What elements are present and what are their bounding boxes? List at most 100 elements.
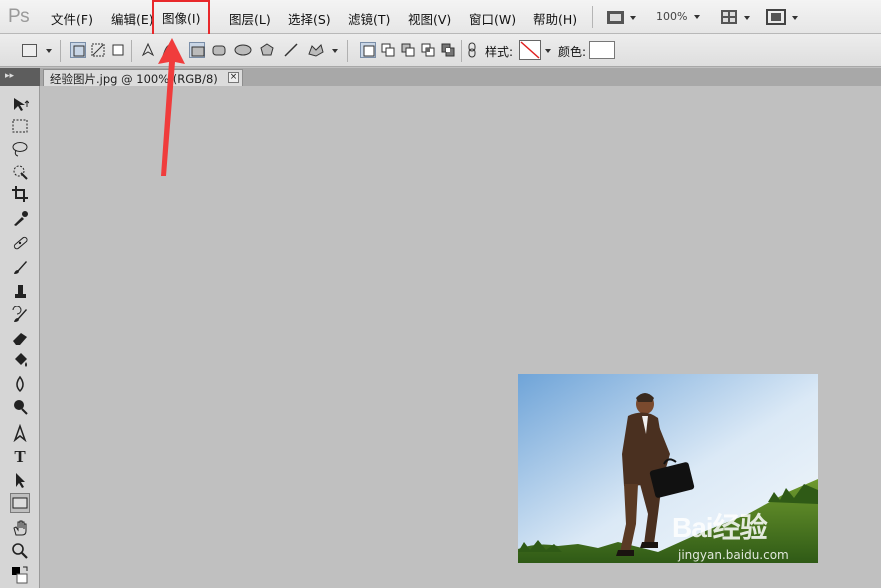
link-style-button[interactable] [466,42,478,58]
options-separator [347,40,348,62]
tool-type[interactable]: T [10,447,30,467]
pen-icon [13,424,27,442]
close-icon[interactable]: × [228,72,239,83]
tool-path-selection[interactable] [10,470,30,490]
tool-brush[interactable] [10,257,30,277]
menu-view[interactable]: 视图(V) [408,9,451,28]
eyedropper-icon [14,211,28,226]
tool-history-brush[interactable] [10,305,30,325]
toolbox: T [0,86,40,588]
crop-icon [12,186,28,202]
document-tab[interactable]: 经验图片.jpg @ 100% (RGB/8) × [43,69,243,86]
polygon-icon [260,43,274,56]
document-tab-bar: ▸▸ 经验图片.jpg @ 100% (RGB/8) × [0,68,881,86]
menu-help[interactable]: 帮助(H) [533,9,577,28]
rectangle-tool-button[interactable] [189,42,205,58]
color-label: 颜色: [558,45,587,59]
tool-lasso[interactable] [10,139,30,159]
style-picker[interactable] [519,40,541,60]
menu-select[interactable]: 选择(S) [288,9,331,28]
blur-icon [16,375,24,393]
tool-rectangle-shape[interactable] [10,493,30,513]
zoom-icon [12,543,28,559]
tool-hand[interactable] [10,518,30,538]
menu-edit[interactable]: 编辑(E) [111,9,154,28]
color-swatch[interactable] [589,41,615,59]
chevron-down-icon [332,49,338,53]
launch-bridge-button[interactable] [606,8,640,26]
line-tool-button[interactable] [283,42,299,58]
healing-brush-icon [13,236,28,250]
add-to-shape-area-button[interactable] [380,42,396,58]
rounded-rectangle-icon [212,45,226,56]
options-separator [60,40,61,62]
screen-mode-button[interactable] [766,8,802,26]
options-bar: 样式: 颜色: [0,34,881,67]
paint-bucket-icon [15,353,27,367]
menu-layer[interactable]: 图层(L) [229,9,271,28]
baidu-jingyan-watermark: Bai经验 jingyan.baidu.com [672,506,789,562]
zoom-level-dropdown[interactable]: 100% [656,10,708,28]
subtract-shape-icon [401,43,415,57]
rounded-rectangle-button[interactable] [211,42,227,58]
eraser-icon [13,333,27,345]
history-brush-icon [12,306,27,322]
tool-marquee[interactable] [10,116,30,136]
tool-clone-stamp[interactable] [10,281,30,301]
zoom-level-value: 100% [656,10,688,23]
tool-quick-selection[interactable] [10,162,30,182]
tool-blur[interactable] [10,374,30,394]
line-icon [284,43,298,57]
tool-dodge[interactable] [10,397,30,417]
chevron-down-icon [545,49,551,53]
options-separator [461,40,462,62]
film-strip-icon [607,11,636,24]
tool-preset-picker[interactable] [22,44,37,57]
fill-pixels-button[interactable] [110,42,126,58]
tool-move[interactable] [10,94,30,114]
link-icon [468,42,476,58]
collapse-panel-toggle[interactable]: ▸▸ [0,68,40,86]
menu-image[interactable]: 图像(I) [151,0,211,36]
exclude-overlapping-shape-areas-button[interactable] [440,42,456,58]
custom-shape-button[interactable] [306,42,326,58]
fill-pixels-icon [112,44,124,56]
paths-icon [91,43,105,57]
menu-window[interactable]: 窗口(W) [469,9,516,28]
tool-zoom[interactable] [10,541,30,561]
tool-eyedropper[interactable] [10,208,30,228]
tool-healing-brush[interactable] [10,233,30,253]
type-icon: T [14,447,26,466]
tool-paint-bucket[interactable] [10,350,30,370]
tool-pen[interactable] [10,423,30,443]
double-chevron-icon: ▸▸ [5,71,15,81]
no-style-icon [520,41,540,59]
rectangle-shape-icon [12,497,28,509]
ellipse-tool-button[interactable] [234,42,252,58]
menu-file[interactable]: 文件(F) [51,9,93,28]
businessman-walking-photo [518,374,818,563]
ellipse-icon [234,44,252,56]
dodge-icon [14,400,28,415]
intersect-shape-areas-button[interactable] [420,42,436,58]
subtract-from-shape-area-button[interactable] [400,42,416,58]
custom-shape-icon [308,44,324,57]
watermark-url: jingyan.baidu.com [678,548,789,562]
tool-eraser[interactable] [10,328,30,348]
document-tab-title: 经验图片.jpg @ 100% (RGB/8) [50,72,218,86]
tool-crop[interactable] [10,184,30,204]
arrange-documents-button[interactable] [720,8,754,26]
marquee-icon [12,119,28,133]
clone-stamp-icon [15,285,26,298]
color-swatches-icon [12,566,28,584]
intersect-shape-icon [421,43,435,57]
shape-layers-button[interactable] [70,42,86,58]
create-new-shape-layer-button[interactable] [360,42,376,58]
hand-icon [13,520,27,536]
menu-bar: Ps 文件(F) 编辑(E) 图像(I) 图层(L) 选择(S) 滤镜(T) 视… [0,0,881,36]
menu-filter[interactable]: 滤镜(T) [348,9,390,28]
menu-separator [592,6,593,28]
tool-color-swatches[interactable] [10,565,30,585]
polygon-tool-button[interactable] [259,42,275,58]
paths-button[interactable] [90,42,106,58]
